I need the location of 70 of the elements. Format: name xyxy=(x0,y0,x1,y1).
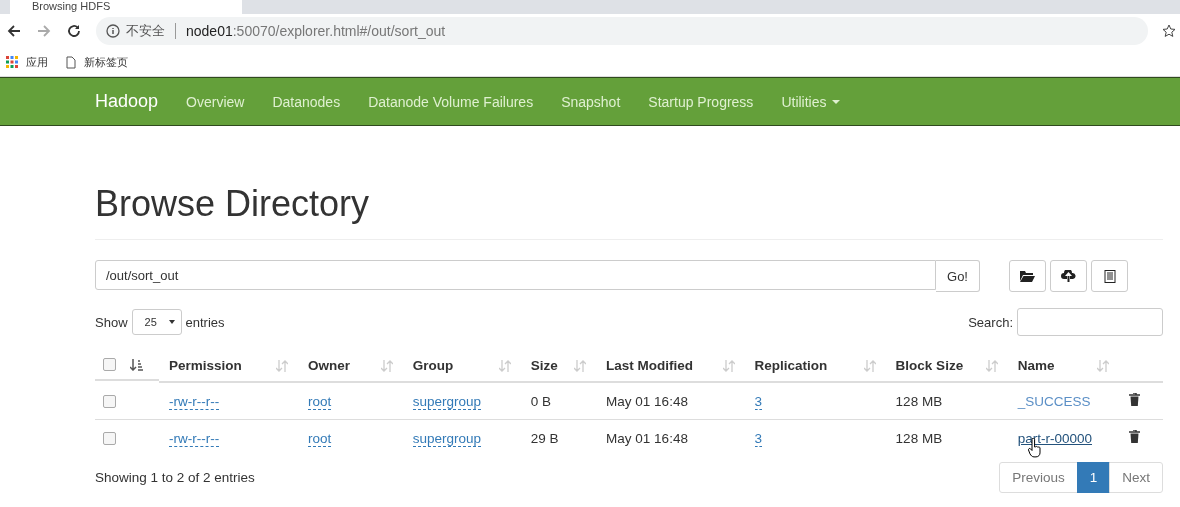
upload-button[interactable] xyxy=(1050,260,1087,292)
search-label: Search: xyxy=(968,314,1013,330)
permission-link[interactable]: -rw-r--r-- xyxy=(169,393,220,410)
column-header[interactable]: Owner xyxy=(308,358,350,373)
nav-link[interactable]: Snapshot xyxy=(561,93,621,110)
caret-icon xyxy=(831,99,840,104)
replication-link[interactable]: 3 xyxy=(754,430,763,447)
apps-bookmark[interactable]: 应用 xyxy=(6,54,48,70)
cloud-upload-icon xyxy=(1061,270,1076,282)
owner-link[interactable]: root xyxy=(308,393,332,410)
file-name-link[interactable]: _SUCCESS xyxy=(1017,393,1091,409)
url-text: node01:50070/explorer.html#/out/sort_out xyxy=(186,23,446,39)
page-icon xyxy=(66,55,76,69)
entries-dropdown[interactable]: 25 xyxy=(131,309,182,335)
group-link[interactable]: supergroup xyxy=(412,393,481,410)
nav-link[interactable]: Startup Progress xyxy=(648,93,754,110)
size-cell: 29 B xyxy=(530,430,559,446)
info-icon xyxy=(106,24,120,38)
modified-cell: May 01 16:48 xyxy=(606,430,688,446)
dropdown-arrow-icon xyxy=(168,320,175,324)
column-header[interactable]: Size xyxy=(530,358,558,373)
trash-icon[interactable] xyxy=(1129,430,1140,443)
create-directory-button[interactable] xyxy=(1009,260,1046,292)
bookmark-label: 应用 xyxy=(26,54,48,70)
pagination-button[interactable]: Next xyxy=(1109,462,1163,493)
group-link[interactable]: supergroup xyxy=(412,430,481,447)
nav-link[interactable]: Overview xyxy=(186,93,245,110)
apps-grid-icon xyxy=(6,56,18,68)
browser-tab[interactable]: Browsing HDFS xyxy=(10,0,242,14)
entries-label: entries xyxy=(185,314,225,330)
nav-link[interactable]: Datanode Volume Failures xyxy=(368,93,534,110)
address-bar[interactable]: 不安全 node01:50070/explorer.html#/out/sort_out xyxy=(96,17,1148,45)
brand-link[interactable]: Hadoop xyxy=(95,91,159,112)
page-heading: Browse Directory xyxy=(95,182,371,226)
permission-link[interactable]: -rw-r--r-- xyxy=(169,430,220,447)
column-header[interactable]: Replication xyxy=(754,358,828,373)
owner-link[interactable]: root xyxy=(308,430,332,447)
size-cell: 0 B xyxy=(530,393,551,409)
forward-icon[interactable] xyxy=(36,23,52,39)
row-checkbox[interactable] xyxy=(103,432,116,446)
bookmark-label: 新标签页 xyxy=(84,54,128,70)
row-checkbox[interactable] xyxy=(103,394,116,408)
folder-icon xyxy=(1020,270,1035,282)
new-tab-bookmark[interactable]: 新标签页 xyxy=(66,54,128,70)
select-all-checkbox[interactable] xyxy=(103,358,116,371)
show-label: Show xyxy=(95,314,128,330)
pagination-button[interactable]: 1 xyxy=(1076,462,1111,493)
sort-icon[interactable] xyxy=(130,358,144,371)
nav-link[interactable]: Utilities xyxy=(781,93,840,110)
block-size-cell: 128 MB xyxy=(895,393,943,409)
column-header[interactable]: Block Size xyxy=(895,358,964,373)
back-icon[interactable] xyxy=(6,23,22,39)
trash-icon[interactable] xyxy=(1129,393,1140,406)
file-name-link[interactable]: part-r-00000 xyxy=(1017,430,1092,446)
nav-link[interactable]: Datanodes xyxy=(272,93,341,110)
column-header[interactable]: Last Modified xyxy=(606,358,694,373)
replication-link[interactable]: 3 xyxy=(754,393,763,410)
search-field[interactable] xyxy=(1017,308,1163,336)
path-field[interactable]: /out/sort_out xyxy=(95,260,937,290)
star-icon[interactable] xyxy=(1162,24,1176,38)
entries-info: Showing 1 to 2 of 2 entries xyxy=(95,470,255,485)
go-button[interactable]: Go! xyxy=(936,260,980,292)
block-size-cell: 128 MB xyxy=(895,430,943,446)
modified-cell: May 01 16:48 xyxy=(606,393,688,409)
security-label: 不安全 xyxy=(126,22,165,40)
column-header[interactable]: Permission xyxy=(169,358,242,373)
column-header[interactable]: Name xyxy=(1017,358,1055,373)
list-icon xyxy=(1103,269,1116,283)
column-header[interactable]: Group xyxy=(412,358,454,373)
reload-icon[interactable] xyxy=(66,23,82,39)
